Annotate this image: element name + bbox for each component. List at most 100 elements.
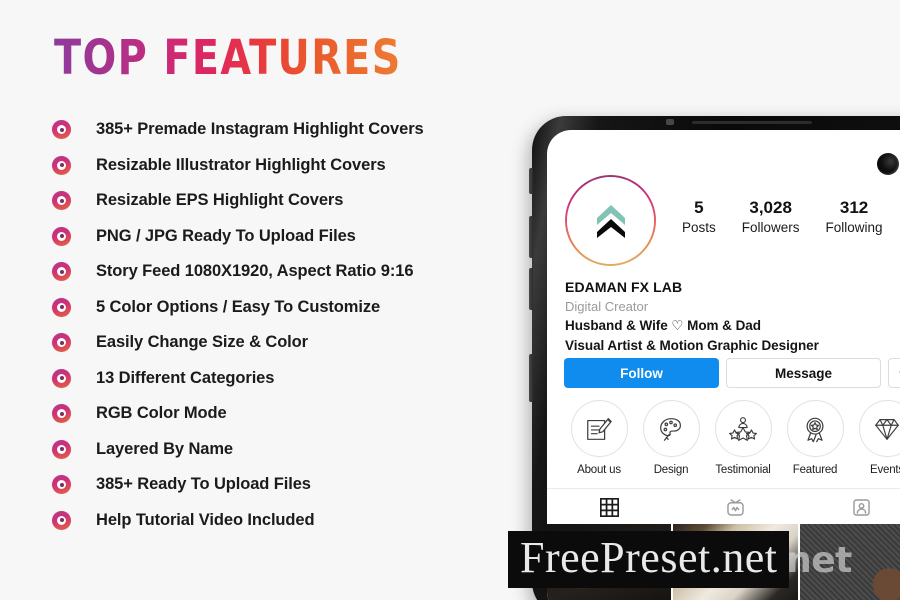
feature-label: Easily Change Size & Color bbox=[96, 333, 308, 352]
follow-button[interactable]: Follow bbox=[564, 358, 719, 388]
phone-frame: 5 Posts 3,028 Followers 312 Following ED… bbox=[529, 116, 900, 600]
feature-list: 385+ Premade Instagram Highlight Covers … bbox=[52, 112, 522, 538]
stat-followers[interactable]: 3,028 Followers bbox=[742, 198, 800, 236]
tagged-person-icon bbox=[852, 498, 870, 516]
phone-mockup: 5 Posts 3,028 Followers 312 Following ED… bbox=[529, 116, 900, 600]
more-options-button[interactable] bbox=[888, 358, 900, 388]
tab-grid[interactable] bbox=[547, 489, 673, 525]
list-item: 385+ Premade Instagram Highlight Covers bbox=[52, 112, 522, 148]
palette-icon bbox=[660, 417, 681, 441]
bullet-target-icon bbox=[52, 510, 71, 530]
highlight-label: About us bbox=[577, 464, 621, 476]
bullet-target-icon bbox=[52, 368, 71, 388]
story-highlights: About us Design Testimonial Featured Eve… bbox=[563, 400, 900, 476]
feature-label: 385+ Ready To Upload Files bbox=[96, 475, 311, 494]
volume-down-button[interactable] bbox=[529, 268, 533, 310]
features-panel: TOP FEATURES 385+ Premade Instagram High… bbox=[0, 0, 530, 600]
highlight-label: Testimonial bbox=[715, 464, 771, 476]
stat-posts[interactable]: 5 Posts bbox=[682, 198, 716, 236]
feature-label: PNG / JPG Ready To Upload Files bbox=[96, 226, 356, 245]
bullet-target-icon bbox=[52, 297, 71, 317]
avatar-image bbox=[566, 176, 655, 265]
bullet-target-icon bbox=[52, 439, 71, 459]
screenshot-canvas: TOP FEATURES 385+ Premade Instagram High… bbox=[0, 0, 900, 600]
highlight-events[interactable]: Events bbox=[851, 400, 900, 476]
highlight-label: Events bbox=[870, 464, 900, 476]
avatar[interactable] bbox=[565, 175, 656, 266]
list-item: Layered By Name bbox=[52, 432, 522, 468]
bullet-target-icon bbox=[52, 262, 71, 282]
highlight-cover bbox=[642, 400, 700, 457]
profile-name: EDAMAN FX LAB bbox=[565, 279, 683, 295]
page-title: TOP FEATURES bbox=[54, 30, 402, 86]
feature-label: Resizable EPS Highlight Covers bbox=[96, 191, 344, 210]
list-item: RGB Color Mode bbox=[52, 396, 522, 432]
front-camera-icon bbox=[877, 153, 899, 175]
feature-label: 5 Color Options / Easy To Customize bbox=[96, 297, 381, 316]
feature-label: 385+ Premade Instagram Highlight Covers bbox=[96, 120, 424, 139]
grid-icon bbox=[600, 497, 620, 517]
bullet-target-icon bbox=[52, 191, 71, 211]
tab-igtv[interactable] bbox=[673, 489, 799, 525]
diamond-icon bbox=[875, 418, 899, 440]
message-button[interactable]: Message bbox=[726, 358, 881, 388]
bio-line-1: Husband & Wife ♡ Mom & Dad bbox=[565, 318, 761, 334]
highlight-label: Design bbox=[653, 464, 689, 476]
list-item: PNG / JPG Ready To Upload Files bbox=[52, 219, 522, 255]
highlight-about-us[interactable]: About us bbox=[563, 400, 635, 476]
bio-line-2: Visual Artist & Motion Graphic Designer bbox=[565, 338, 819, 354]
list-item: Resizable Illustrator Highlight Covers bbox=[52, 148, 522, 184]
person-stars-icon bbox=[729, 416, 757, 441]
highlight-design[interactable]: Design bbox=[635, 400, 707, 476]
stat-label: Followers bbox=[741, 219, 800, 235]
profile-category: Digital Creator bbox=[565, 298, 649, 314]
highlight-featured[interactable]: Featured bbox=[779, 400, 851, 476]
profile-bio: EDAMAN FX LAB Digital Creator Husband & … bbox=[565, 278, 900, 356]
volume-up-button[interactable] bbox=[529, 216, 533, 258]
highlight-cover bbox=[570, 400, 628, 457]
stat-label: Posts bbox=[682, 219, 716, 235]
chevron-logo-icon bbox=[596, 204, 625, 238]
stat-following[interactable]: 312 Following bbox=[826, 198, 883, 236]
highlight-cover bbox=[858, 400, 900, 457]
feature-label: Layered By Name bbox=[96, 439, 233, 458]
stat-label: Following bbox=[825, 219, 883, 235]
bullet-target-icon bbox=[52, 226, 71, 246]
earpiece-speaker bbox=[666, 119, 812, 125]
phone-screen: 5 Posts 3,028 Followers 312 Following ED… bbox=[547, 130, 900, 600]
list-item: 5 Color Options / Easy To Customize bbox=[52, 290, 522, 326]
igtv-icon bbox=[727, 498, 744, 516]
profile-stats: 5 Posts 3,028 Followers 312 Following bbox=[682, 198, 883, 236]
stat-value: 5 bbox=[694, 198, 704, 217]
award-ribbon-icon bbox=[806, 417, 824, 442]
bullet-target-icon bbox=[52, 120, 71, 140]
bixby-button[interactable] bbox=[529, 168, 533, 194]
bullet-target-icon bbox=[52, 155, 71, 175]
list-item: Help Tutorial Video Included bbox=[52, 503, 522, 539]
highlight-label: Featured bbox=[792, 464, 838, 476]
list-item: Easily Change Size & Color bbox=[52, 325, 522, 361]
bullet-target-icon bbox=[52, 333, 71, 353]
highlight-cover bbox=[786, 400, 844, 457]
profile-header: 5 Posts 3,028 Followers 312 Following bbox=[565, 175, 900, 266]
notepad-pencil-icon bbox=[587, 417, 612, 440]
feature-label: Resizable Illustrator Highlight Covers bbox=[96, 155, 386, 174]
stat-value: 312 bbox=[839, 198, 869, 217]
tab-tagged[interactable] bbox=[798, 489, 900, 525]
power-button[interactable] bbox=[529, 354, 533, 402]
bullet-target-icon bbox=[52, 404, 71, 424]
feature-label: Help Tutorial Video Included bbox=[96, 510, 315, 529]
list-item: 385+ Ready To Upload Files bbox=[52, 467, 522, 503]
profile-actions: Follow Message bbox=[564, 358, 900, 388]
stat-value: 3,028 bbox=[749, 198, 792, 217]
feature-label: RGB Color Mode bbox=[96, 404, 227, 423]
bullet-target-icon bbox=[52, 475, 71, 495]
list-item: Resizable EPS Highlight Covers bbox=[52, 183, 522, 219]
feature-label: Story Feed 1080X1920, Aspect Ratio 9:16 bbox=[96, 262, 414, 281]
highlight-testimonial[interactable]: Testimonial bbox=[707, 400, 779, 476]
list-item: Story Feed 1080X1920, Aspect Ratio 9:16 bbox=[52, 254, 522, 290]
chevron-down-icon bbox=[899, 370, 900, 373]
feature-label: 13 Different Categories bbox=[96, 368, 275, 387]
profile-tabbar bbox=[547, 488, 900, 525]
highlight-cover bbox=[714, 400, 772, 457]
